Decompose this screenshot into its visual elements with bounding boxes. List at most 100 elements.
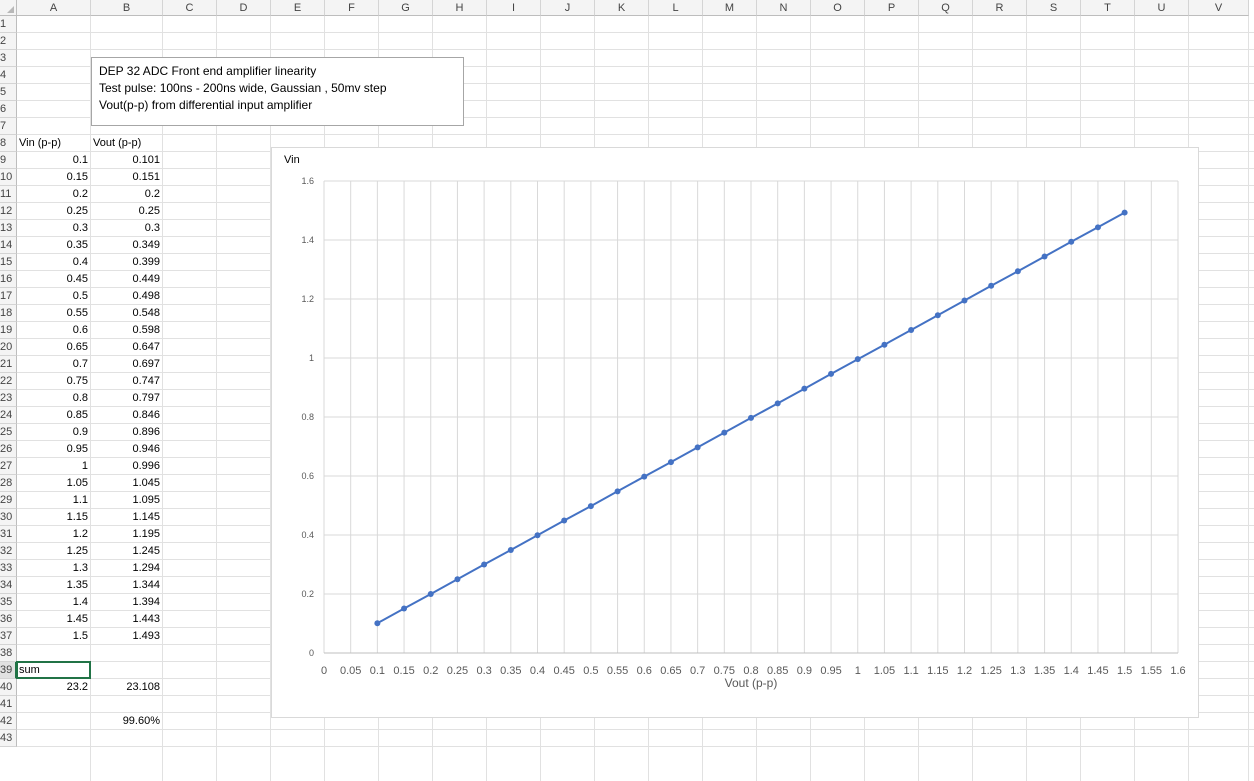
vin-cell[interactable]: 0.15 xyxy=(17,169,91,186)
row-header-41[interactable]: 41 xyxy=(0,696,17,713)
data-point[interactable] xyxy=(748,414,754,421)
vin-cell[interactable]: 0.75 xyxy=(17,373,91,390)
vout-cell[interactable]: 0.797 xyxy=(91,390,163,407)
column-header-a[interactable]: A xyxy=(17,0,91,16)
data-point[interactable] xyxy=(401,605,408,612)
vin-cell[interactable]: 0.1 xyxy=(17,152,91,169)
row-header-28[interactable]: 28 xyxy=(0,475,17,492)
vin-cell[interactable]: 1.1 xyxy=(17,492,91,509)
vout-cell[interactable]: 1.095 xyxy=(91,492,163,509)
row-header-4[interactable]: 4 xyxy=(0,67,17,84)
row-header-26[interactable]: 26 xyxy=(0,441,17,458)
header-vin[interactable]: Vin (p-p) xyxy=(17,135,91,152)
line-chart[interactable]: 0 0.2 0.4 0.6 0.8 1 1.2 1.4 1.6 0 0.05 0.1 0.15 0.2 0.… xyxy=(271,147,1199,718)
vin-cell[interactable]: 0.55 xyxy=(17,305,91,322)
column-header-k[interactable]: K xyxy=(595,0,649,16)
row-header-23[interactable]: 23 xyxy=(0,390,17,407)
row-header-25[interactable]: 25 xyxy=(0,424,17,441)
column-header-p[interactable]: P xyxy=(865,0,919,16)
vout-cell[interactable]: 0.996 xyxy=(91,458,163,475)
row-header-18[interactable]: 18 xyxy=(0,305,17,322)
data-point[interactable] xyxy=(1121,209,1128,216)
vout-cell[interactable]: 1.294 xyxy=(91,560,163,577)
data-point[interactable] xyxy=(1041,253,1048,260)
row-header-20[interactable]: 20 xyxy=(0,339,17,356)
data-point[interactable] xyxy=(828,370,835,377)
column-header-e[interactable]: E xyxy=(271,0,325,16)
row-header-40[interactable]: 40 xyxy=(0,679,17,696)
data-point[interactable] xyxy=(934,312,941,319)
row-header-9[interactable]: 9 xyxy=(0,152,17,169)
vin-cell[interactable]: 0.6 xyxy=(17,322,91,339)
row-header-19[interactable]: 19 xyxy=(0,322,17,339)
row-header-13[interactable]: 13 xyxy=(0,220,17,237)
vout-cell[interactable]: 0.449 xyxy=(91,271,163,288)
data-point[interactable] xyxy=(961,297,968,304)
row-header-31[interactable]: 31 xyxy=(0,526,17,543)
vin-cell[interactable]: 1.45 xyxy=(17,611,91,628)
vin-cell[interactable]: 1.3 xyxy=(17,560,91,577)
row-header-43[interactable]: 43 xyxy=(0,730,17,747)
column-header-g[interactable]: G xyxy=(379,0,433,16)
row-header-39[interactable]: 39 xyxy=(0,662,17,679)
data-point[interactable] xyxy=(1068,238,1075,245)
row-header-21[interactable]: 21 xyxy=(0,356,17,373)
vout-cell[interactable]: 1.195 xyxy=(91,526,163,543)
data-point[interactable] xyxy=(641,473,648,480)
row-header-1[interactable]: 1 xyxy=(0,16,17,33)
header-vout[interactable]: Vout (p-p) xyxy=(91,135,163,152)
vin-cell[interactable]: 0.5 xyxy=(17,288,91,305)
vout-cell[interactable]: 1.443 xyxy=(91,611,163,628)
column-header-t[interactable]: T xyxy=(1081,0,1135,16)
sum-vin-cell[interactable]: 23.2 xyxy=(17,679,91,696)
data-point[interactable] xyxy=(587,503,594,510)
vin-cell[interactable]: 0.25 xyxy=(17,203,91,220)
data-point[interactable] xyxy=(854,356,861,363)
data-point[interactable] xyxy=(534,532,541,539)
sum-vout-cell[interactable]: 23.108 xyxy=(91,679,163,696)
vin-cell[interactable]: 0.2 xyxy=(17,186,91,203)
vout-cell[interactable]: 0.498 xyxy=(91,288,163,305)
vin-cell[interactable]: 1.05 xyxy=(17,475,91,492)
column-header-j[interactable]: J xyxy=(541,0,595,16)
vout-cell[interactable]: 1.145 xyxy=(91,509,163,526)
vin-cell[interactable]: 1.5 xyxy=(17,628,91,645)
row-header-7[interactable]: 7 xyxy=(0,118,17,135)
vout-cell[interactable]: 0.747 xyxy=(91,373,163,390)
ratio-cell[interactable]: 99.60% xyxy=(91,713,163,730)
vout-cell[interactable]: 0.697 xyxy=(91,356,163,373)
data-point[interactable] xyxy=(881,341,888,348)
vout-cell[interactable]: 0.25 xyxy=(91,203,163,220)
row-header-12[interactable]: 12 xyxy=(0,203,17,220)
data-point[interactable] xyxy=(481,561,488,568)
row-header-32[interactable]: 32 xyxy=(0,543,17,560)
vout-cell[interactable]: 0.3 xyxy=(91,220,163,237)
row-header-34[interactable]: 34 xyxy=(0,577,17,594)
data-point[interactable] xyxy=(1094,224,1101,231)
vin-cell[interactable]: 0.95 xyxy=(17,441,91,458)
data-point[interactable] xyxy=(427,591,434,597)
row-header-5[interactable]: 5 xyxy=(0,84,17,101)
vin-cell[interactable]: 0.9 xyxy=(17,424,91,441)
vout-cell[interactable]: 0.647 xyxy=(91,339,163,356)
data-point[interactable] xyxy=(774,400,781,407)
data-point[interactable] xyxy=(721,429,728,436)
data-point[interactable] xyxy=(988,282,995,289)
vin-cell[interactable]: 1.35 xyxy=(17,577,91,594)
row-header-17[interactable]: 17 xyxy=(0,288,17,305)
vout-cell[interactable]: 0.846 xyxy=(91,407,163,424)
vin-cell[interactable]: 0.65 xyxy=(17,339,91,356)
row-header-8[interactable]: 8 xyxy=(0,135,17,152)
vout-cell[interactable]: 0.101 xyxy=(91,152,163,169)
vin-cell[interactable]: 1.15 xyxy=(17,509,91,526)
row-header-3[interactable]: 3 xyxy=(0,50,17,67)
data-point[interactable] xyxy=(1014,268,1021,275)
column-header-c[interactable]: C xyxy=(163,0,217,16)
row-header-10[interactable]: 10 xyxy=(0,169,17,186)
vin-cell[interactable]: 0.45 xyxy=(17,271,91,288)
column-header-n[interactable]: N xyxy=(757,0,811,16)
data-point[interactable] xyxy=(801,385,808,392)
vin-cell[interactable]: 1.2 xyxy=(17,526,91,543)
row-header-16[interactable]: 16 xyxy=(0,271,17,288)
data-point[interactable] xyxy=(614,488,621,495)
